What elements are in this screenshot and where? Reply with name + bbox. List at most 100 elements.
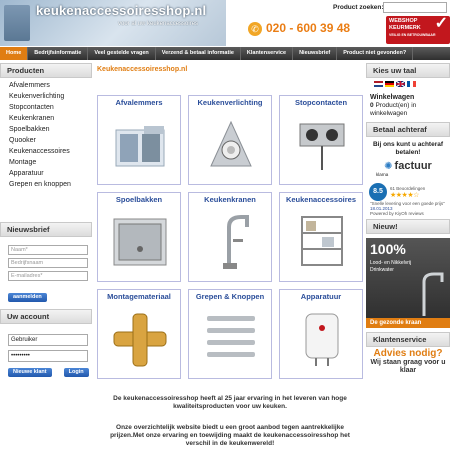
category-keukenaccessoires[interactable]: Keukenaccessoires — [0, 146, 92, 157]
rating-source: Powered by KiyOh reviews — [370, 211, 424, 216]
webshop-keurmerk-badge[interactable]: WEBSHOP KEURMERK VEILIG EN BETROUWBAAR ✓ — [386, 16, 450, 44]
newsletter-button-wrap: aanmelden — [8, 285, 92, 303]
newsletter-title: Nieuwsbrief — [0, 222, 92, 237]
header: keukenaccessoiresshop.nl voor al uw keuk… — [0, 0, 450, 46]
klarna-factuur-logo[interactable]: ✺ factuur — [366, 160, 450, 172]
flag-nl-icon[interactable] — [374, 81, 383, 87]
tile-montagemateriaal[interactable]: Montagemateriaal — [97, 289, 181, 379]
nav-bedrijfsinformatie[interactable]: Bedrijfsinformatie — [28, 47, 89, 60]
fitting-icon — [113, 313, 167, 367]
tile-title: Montagemateriaal — [107, 292, 171, 301]
account-box: Uw account Gebruiker ••••••••• Nieuwe kl… — [0, 309, 92, 377]
description-paragraph-1: De keukenaccessoiresshop heeft al 25 jaa… — [113, 395, 347, 410]
flag-de-icon[interactable] — [385, 81, 394, 87]
nav-shipping[interactable]: Verzend & betaal informatie — [156, 47, 241, 60]
tile-grepen-knoppen[interactable]: Grepen & Knoppen — [188, 289, 272, 379]
tile-title: Spoelbakken — [115, 195, 163, 204]
category-grid: Afvalemmers Keukenverlichting Stopcontac… — [97, 95, 363, 379]
newsletter-subscribe-button[interactable]: aanmelden — [8, 293, 47, 302]
language-flags — [366, 78, 450, 91]
description-paragraph-2: Onze overzichtelijk website biedt u een … — [110, 424, 350, 447]
tile-apparatuur[interactable]: Apparatuur — [279, 289, 363, 379]
newsletter-company-field[interactable]: Bedrijfsnaam — [8, 258, 88, 268]
logo-tagline: voor al uw keukenaccessoires — [118, 21, 199, 27]
newsletter-name-field[interactable]: Naam* — [8, 245, 88, 255]
cart-title[interactable]: Winkelwagen — [370, 94, 450, 101]
rating-score: 8.5 — [369, 183, 387, 201]
category-stopcontacten[interactable]: Stopcontacten — [0, 102, 92, 113]
promo-bottom-label: De gezonde kraan — [366, 318, 450, 328]
promo-percentage: 100% — [370, 241, 406, 257]
category-grepen[interactable]: Grepen en knoppen — [0, 179, 92, 190]
category-afvalemmers[interactable]: Afvalemmers — [0, 80, 92, 91]
logo-banner[interactable]: keukenaccessoiresshop.nl voor al uw keuk… — [0, 0, 226, 46]
tile-title: Keukenverlichting — [197, 98, 263, 107]
description: De keukenaccessoiresshop heeft al 25 jaa… — [99, 395, 361, 448]
category-apparatuur[interactable]: Apparatuur — [0, 168, 92, 179]
kiyoh-rating-widget[interactable]: 8.5 61 Beoordelingen ★★★★☆ — [366, 183, 450, 201]
page-title: Keukenaccessoiresshop.nl — [97, 66, 188, 73]
tile-afvalemmers[interactable]: Afvalemmers — [97, 95, 181, 185]
klarna-label: klarna — [376, 172, 389, 177]
promo-line-2: Drinkwater — [370, 267, 394, 273]
flag-uk-icon[interactable] — [396, 81, 405, 87]
promo-banner[interactable]: 100% Lood- en Nikkelvrij Drinkwater De g… — [366, 238, 450, 328]
keurmerk-line3: VEILIG EN BETROUWBAAR — [389, 33, 436, 37]
phone-icon: ✆ — [248, 22, 262, 36]
advice-heading: Advies nodig? — [373, 348, 443, 359]
klarna-icon: ✺ — [384, 160, 393, 172]
rating-reviews: 61 Beoordelingen — [390, 185, 426, 191]
category-quooker[interactable]: Quooker — [0, 135, 92, 146]
promo-line-1: Lood- en Nikkelvrij — [370, 260, 412, 266]
password-field[interactable]: ••••••••• — [8, 350, 88, 362]
tile-keukenaccessoires[interactable]: Keukenaccessoires — [279, 192, 363, 282]
customer-service-title: Klantenservice — [366, 332, 450, 347]
account-buttons: Nieuwe klant Login — [8, 368, 92, 377]
category-montage[interactable]: Montage — [0, 157, 92, 168]
category-keukenverlichting[interactable]: Keukenverlichting — [0, 91, 92, 102]
language-title: Kies uw taal — [366, 63, 450, 78]
nav-klantenservice[interactable]: Klantenservice — [241, 47, 294, 60]
handles-icon — [207, 316, 255, 357]
search-label: Product zoeken: — [333, 4, 384, 11]
tile-title: Grepen & Knoppen — [195, 292, 265, 301]
category-spoelbakken[interactable]: Spoelbakken — [0, 124, 92, 135]
tile-stopcontacten[interactable]: Stopcontacten — [279, 95, 363, 185]
tile-title: Apparatuur — [300, 292, 342, 301]
kitchen-light-icon — [210, 120, 252, 167]
factuur-logo-text: factuur — [394, 160, 432, 172]
tile-spoelbakken[interactable]: Spoelbakken — [97, 192, 181, 282]
search-input[interactable] — [383, 2, 447, 13]
login-button[interactable]: Login — [63, 368, 89, 377]
new-title: Nieuw! — [366, 219, 450, 234]
tile-keukenkranen[interactable]: Keukenkranen — [188, 192, 272, 282]
left-sidebar: Producten Afvalemmers Keukenverlichting … — [0, 63, 92, 194]
faucet-icon — [422, 272, 444, 316]
new-customer-button[interactable]: Nieuwe klant — [8, 368, 52, 377]
boiler-icon — [305, 313, 339, 366]
waste-bin-icon — [115, 126, 165, 167]
nav-home[interactable]: Home — [0, 47, 29, 60]
tile-title: Keukenaccessoires — [285, 195, 357, 204]
flag-fr-icon[interactable] — [407, 81, 416, 87]
pay-later-title: Betaal achteraf — [366, 122, 450, 137]
products-title: Producten — [0, 63, 92, 78]
account-title: Uw account — [0, 309, 92, 324]
advice-subtext: Wij staan graag voor u klaar — [370, 359, 446, 374]
checkmark-icon: ✓ — [434, 15, 448, 32]
sink-icon — [113, 218, 167, 266]
nav-nieuwsbrief[interactable]: Nieuwsbrief — [293, 47, 338, 60]
newsletter-email-field[interactable]: E-mailadres* — [8, 271, 88, 281]
category-keukenkranen[interactable]: Keukenkranen — [0, 113, 92, 124]
main-content: Keukenaccessoiresshop.nl Afvalemmers Keu… — [93, 63, 363, 447]
nav-faq[interactable]: Veel gestelde vragen — [88, 47, 156, 60]
cart-summary: 0 Product(en) in winkelwagen — [370, 102, 450, 118]
tile-keukenverlichting[interactable]: Keukenverlichting — [188, 95, 272, 185]
tile-title: Afvalemmers — [115, 98, 163, 107]
rating-stars-icon: ★★★★☆ — [390, 191, 419, 199]
accessories-icon — [301, 216, 343, 266]
tile-title: Keukenkranen — [204, 195, 256, 204]
username-field[interactable]: Gebruiker — [8, 334, 88, 346]
right-sidebar: Kies uw taal Winkelwagen 0 Product(en) i… — [366, 63, 450, 375]
nav-product-not-found[interactable]: Product niet gevonden? — [337, 47, 414, 60]
